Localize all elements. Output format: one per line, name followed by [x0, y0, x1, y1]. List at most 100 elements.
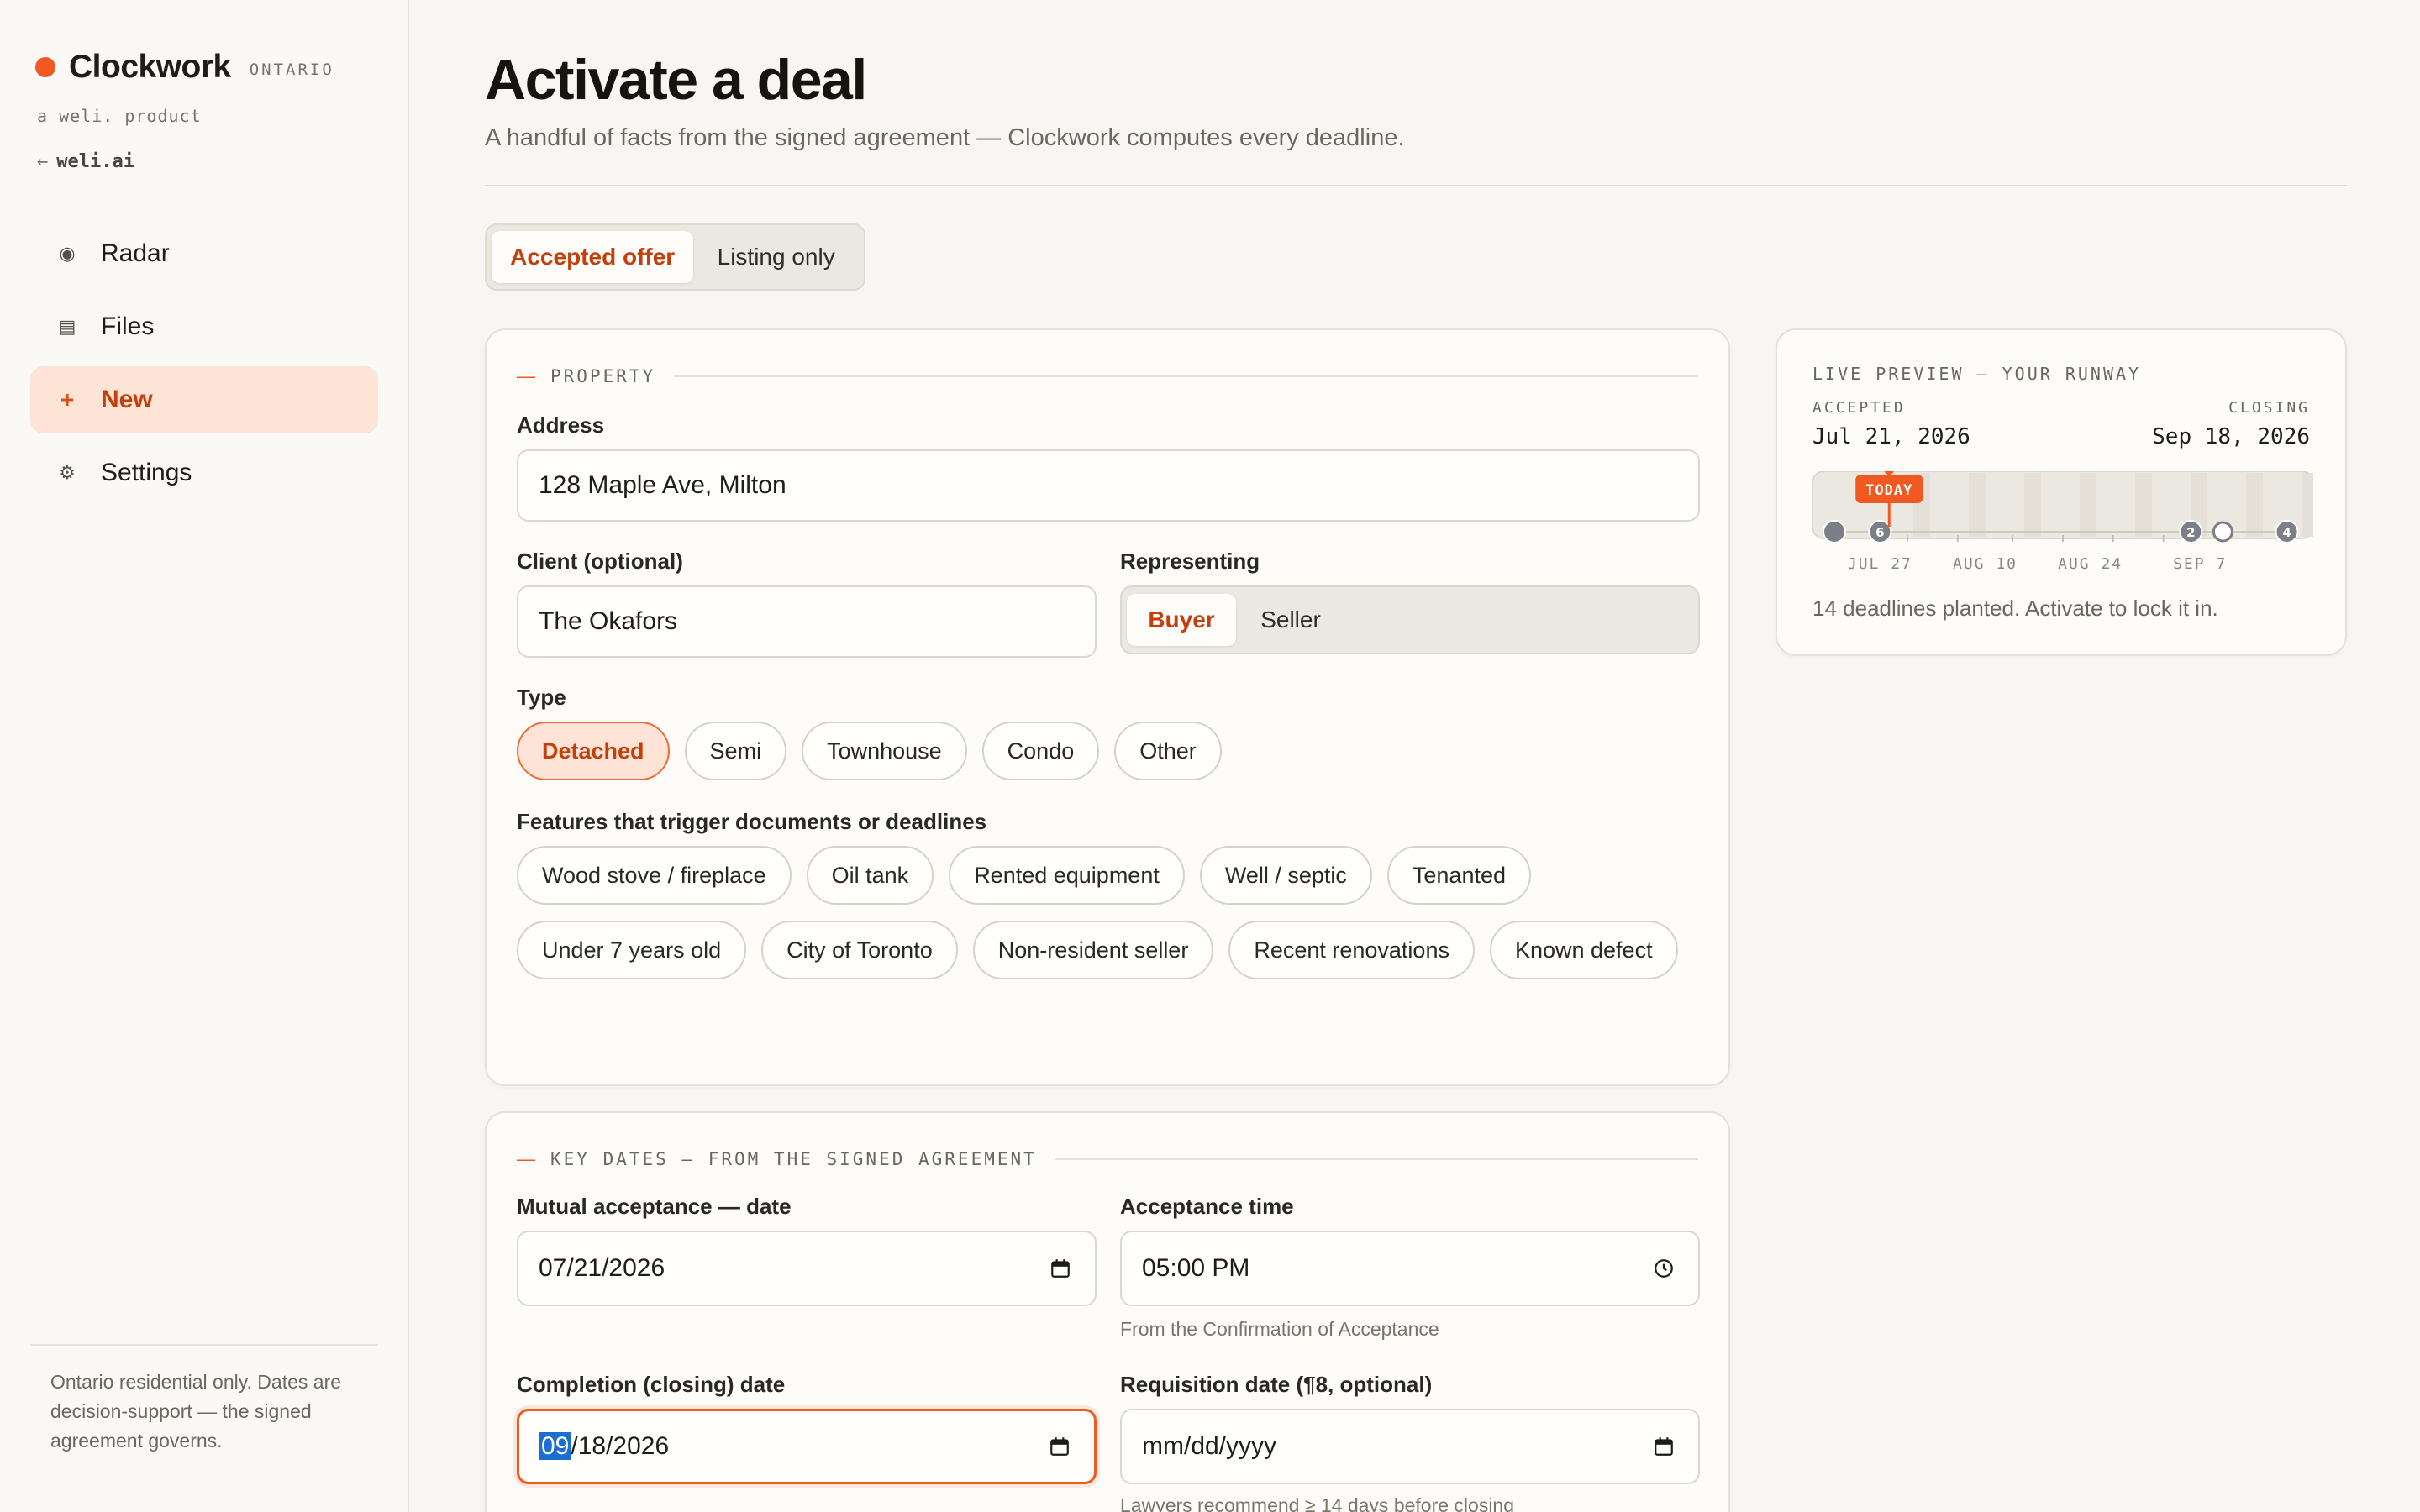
address-label: Address: [517, 412, 605, 438]
representing-seller[interactable]: Seller: [1236, 594, 1345, 646]
feature-chip[interactable]: Tenanted: [1386, 846, 1531, 905]
client-label: Client (optional): [517, 549, 683, 574]
type-chip-semi[interactable]: Semi: [684, 722, 787, 780]
sidebar-item-radar[interactable]: ◉ Radar: [30, 220, 378, 287]
feature-chip[interactable]: Under 7 years old: [517, 921, 747, 979]
runway-tick-label: AUG 10: [1953, 555, 2018, 573]
sidebar: Clockwork ONTARIO a weli. product ← weli.…: [0, 0, 409, 1512]
type-chip-condo[interactable]: Condo: [981, 722, 1100, 780]
runway-marker-count: 4: [2282, 525, 2291, 540]
runway-deadline-marker[interactable]: [2212, 521, 2233, 543]
runway-week-band: [2135, 473, 2152, 537]
feature-chip[interactable]: Recent renovations: [1228, 921, 1475, 979]
completion-date-value: 09/18/2026: [539, 1432, 670, 1460]
address-input[interactable]: 128 Maple Ave, Milton: [517, 449, 1700, 522]
runway-deadline-marker[interactable]: 6: [1868, 520, 1892, 543]
acceptance-time-input[interactable]: 05:00 PM: [1120, 1231, 1700, 1306]
section-rule: [674, 375, 1698, 377]
requisition-date-label: Requisition date (¶8, optional): [1120, 1372, 1433, 1397]
representing-label: Representing: [1120, 549, 1260, 574]
feature-chip[interactable]: City of Toronto: [761, 921, 958, 979]
acceptance-date-value: 07/21/2026: [539, 1254, 666, 1282]
mode-accepted-offer[interactable]: Accepted offer: [492, 231, 694, 283]
completion-date-input[interactable]: 09/18/2026: [517, 1409, 1097, 1484]
runway-marker-count: 6: [1876, 525, 1884, 540]
section-title: PROPERTY: [550, 366, 656, 386]
features-label: Features that trigger documents or deadl…: [517, 809, 987, 834]
runway-tick-label: SEP 7: [2173, 555, 2227, 573]
feature-chip[interactable]: Well / septic: [1199, 846, 1372, 905]
runway-week-band: [2246, 473, 2263, 537]
key-dates-card: — KEY DATES — FROM THE SIGNED AGREEMENT …: [485, 1111, 1730, 1512]
acceptance-date-input[interactable]: 07/21/2026: [517, 1231, 1097, 1306]
back-to-weli-link[interactable]: ← weli.ai: [37, 151, 134, 172]
brand-name: Clockwork: [69, 49, 231, 85]
sidebar-item-settings[interactable]: ⚙ Settings: [30, 439, 378, 507]
runway-week-band: [2024, 473, 2041, 537]
brand-logo-dot: [35, 57, 55, 77]
sidebar-item-label: Settings: [101, 459, 192, 486]
feature-chip[interactable]: Known defect: [1489, 921, 1678, 979]
property-card: — PROPERTY Address 128 Maple Ave, Milton…: [485, 328, 1730, 1086]
sidebar-item-label: Radar: [101, 239, 170, 267]
sidebar-item-new[interactable]: + New: [30, 366, 378, 433]
section-title: KEY DATES — FROM THE SIGNED AGREEMENT: [550, 1149, 1037, 1169]
plus-icon: +: [60, 386, 75, 412]
closing-label: CLOSING: [2228, 399, 2310, 417]
closing-date: Sep 18, 2026: [2152, 424, 2310, 449]
representing-toggle: Buyer Seller: [1120, 585, 1700, 654]
sidebar-item-label: Files: [101, 312, 155, 340]
runway-timeline: JUL 27 AUG 10 AUG 24 SEP 7 6 2 4 TODAY: [1812, 471, 2313, 573]
requisition-date-hint: Lawyers recommend ≥ 14 days before closi…: [1120, 1494, 1515, 1512]
type-chip-detached[interactable]: Detached: [517, 722, 670, 780]
runway-week-band: [2302, 473, 2313, 537]
requisition-date-input[interactable]: mm/dd/yyyy: [1120, 1409, 1700, 1484]
client-input[interactable]: The Okafors: [517, 585, 1097, 658]
type-chips: Detached Semi Townhouse Condo Other: [517, 722, 1702, 796]
feature-chip[interactable]: Rented equipment: [949, 846, 1185, 905]
feature-chip[interactable]: Oil tank: [806, 846, 934, 905]
type-chip-townhouse[interactable]: Townhouse: [802, 722, 967, 780]
back-arrow-icon: ←: [37, 151, 49, 172]
runway-deadline-marker[interactable]: 4: [2275, 520, 2299, 543]
sidebar-nav: ◉ Radar ▤ Files + New ⚙ Settings: [30, 220, 378, 512]
sidebar-item-files[interactable]: ▤ Files: [30, 293, 378, 360]
feature-chips: Wood stove / fireplace Oil tank Rented e…: [517, 846, 1702, 995]
completion-month-selection: 09: [539, 1432, 571, 1460]
runway-tick-label: JUL 27: [1848, 555, 1912, 573]
brand-region: ONTARIO: [249, 60, 334, 79]
brand[interactable]: Clockwork ONTARIO: [35, 49, 334, 86]
section-rule: [1055, 1158, 1698, 1160]
runway-tick-label: AUG 24: [2058, 555, 2123, 573]
acceptance-time-hint: From the Confirmation of Acceptance: [1120, 1318, 1439, 1340]
acceptance-time-label: Acceptance time: [1120, 1194, 1294, 1219]
preview-title: LIVE PREVIEW — YOUR RUNWAY: [1812, 364, 2142, 384]
accepted-date: Jul 21, 2026: [1812, 424, 1970, 449]
calendar-icon[interactable]: [1049, 1436, 1071, 1457]
representing-buyer[interactable]: Buyer: [1127, 594, 1236, 646]
files-icon: ▤: [58, 316, 76, 337]
acceptance-date-label: Mutual acceptance — date: [517, 1194, 792, 1219]
accepted-label: ACCEPTED: [1812, 399, 1906, 417]
type-chip-other[interactable]: Other: [1114, 722, 1222, 780]
live-preview-card: LIVE PREVIEW — YOUR RUNWAY ACCEPTED CLOS…: [1776, 328, 2347, 656]
calendar-icon[interactable]: [1653, 1436, 1675, 1457]
gear-icon: ⚙: [59, 462, 76, 483]
page-title: Activate a deal: [485, 48, 867, 112]
client-value: The Okafors: [539, 607, 678, 635]
calendar-icon[interactable]: [1050, 1257, 1071, 1279]
brand-subtitle: a weli. product: [37, 106, 202, 126]
runway-deadline-marker[interactable]: 2: [2179, 520, 2203, 543]
runway-deadline-marker[interactable]: [1823, 520, 1846, 543]
runway-marker-count: 2: [2186, 525, 2195, 540]
requisition-date-placeholder: mm/dd/yyyy: [1142, 1432, 1277, 1460]
header-divider: [485, 185, 2347, 186]
mode-listing-only[interactable]: Listing only: [693, 231, 859, 283]
runway-week-band: [2080, 473, 2096, 537]
feature-chip[interactable]: Non-resident seller: [972, 921, 1214, 979]
feature-chip[interactable]: Wood stove / fireplace: [517, 846, 792, 905]
sidebar-item-label: New: [101, 386, 153, 413]
completion-date-label: Completion (closing) date: [517, 1372, 786, 1397]
preview-summary: 14 deadlines planted. Activate to lock i…: [1812, 596, 2218, 621]
clock-icon[interactable]: [1653, 1257, 1675, 1279]
